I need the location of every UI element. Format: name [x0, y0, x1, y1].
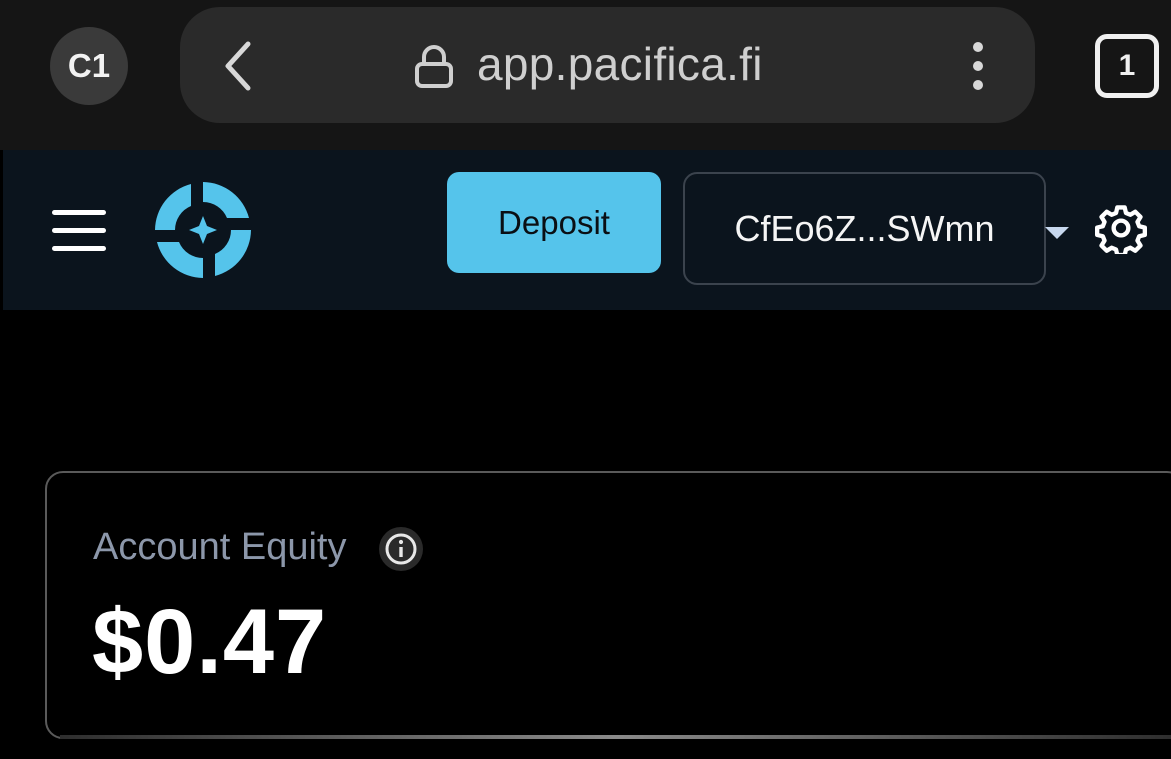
- more-vert-icon[interactable]: [963, 40, 993, 92]
- wallet-button[interactable]: CfEo6Z...SWmn: [683, 172, 1046, 285]
- caret-down-icon[interactable]: [1043, 225, 1071, 241]
- tab-count: 1: [1118, 49, 1136, 82]
- pacifica-logo[interactable]: [153, 180, 253, 280]
- back-icon[interactable]: [218, 38, 258, 94]
- deposit-button[interactable]: Deposit: [447, 172, 661, 273]
- card-divider: [60, 735, 1171, 739]
- account-equity-value: $0.47: [92, 591, 328, 693]
- tabs-button[interactable]: 1: [1095, 34, 1159, 98]
- profile-initials: C1: [67, 47, 111, 84]
- account-equity-label: Account Equity: [93, 526, 347, 568]
- gear-icon[interactable]: [1095, 202, 1147, 254]
- profile-avatar[interactable]: C1: [50, 27, 128, 105]
- hamburger-icon[interactable]: [52, 210, 106, 252]
- lock-icon[interactable]: [413, 44, 455, 88]
- url-text[interactable]: app.pacifica.fi: [477, 37, 763, 91]
- wallet-address: CfEo6Z...SWmn: [734, 207, 995, 249]
- info-icon[interactable]: [378, 526, 424, 572]
